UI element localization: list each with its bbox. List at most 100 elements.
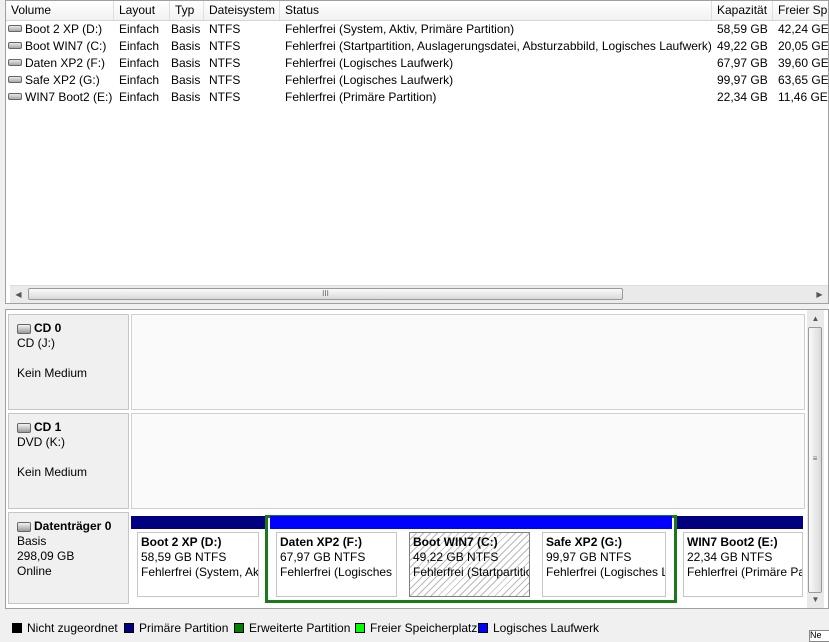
filesystem-cell: NTFS: [209, 39, 241, 53]
status-cell: Fehlerfrei (System, Aktiv, Primäre Parti…: [285, 22, 515, 36]
partition-status: Fehlerfrei (Startpartition, Auslagerungs…: [413, 565, 529, 579]
volume-cell: Boot 2 XP (D:): [6, 21, 114, 38]
status-cell: Fehlerfrei (Startpartition, Auslagerungs…: [285, 39, 711, 53]
hard-disk-icon: [17, 521, 31, 532]
partition-datenxp2[interactable]: Daten XP2 (F:) 67,97 GB NTFS Fehlerfrei …: [270, 516, 403, 599]
logical-drive-bar: [403, 516, 536, 529]
partition-title: Safe XP2 (G:): [546, 535, 623, 549]
disk-detail: 298,09 GB: [17, 549, 75, 563]
disk-label-cd1[interactable]: CD 1 DVD (K:) Kein Medium: [8, 413, 129, 509]
free-space-cell: 39,60 GE: [778, 56, 829, 70]
partition-safexp2[interactable]: Safe XP2 (G:) 99,97 GB NTFS Fehlerfrei (…: [536, 516, 672, 599]
disk-area-cd0[interactable]: [131, 314, 805, 410]
partition-size: 58,59 GB NTFS: [141, 550, 227, 564]
volume-cell: WIN7 Boot2 (E:): [6, 89, 114, 106]
table-row[interactable]: Boot 2 XP (D:) Einfach Basis NTFS Fehler…: [6, 21, 828, 38]
legend-item: Primäre Partition: [124, 619, 228, 637]
legend-label: Logisches Laufwerk: [493, 621, 600, 635]
volume-list[interactable]: Volume Layout Typ Dateisystem Status Kap…: [5, 0, 829, 304]
disk-name: Datenträger 0: [34, 519, 112, 533]
legend-item: Erweiterte Partition: [234, 619, 350, 637]
filesystem-cell: NTFS: [209, 73, 241, 87]
legend-label: Freier Speicherplatz: [370, 621, 478, 635]
type-cell: Basis: [171, 90, 201, 104]
type-cell: Basis: [171, 56, 201, 70]
layout-cell: Einfach: [119, 73, 160, 87]
scroll-up-icon[interactable]: ▲: [807, 310, 824, 327]
partition-size: 67,97 GB NTFS: [280, 550, 366, 564]
partition-win7boot2[interactable]: WIN7 Boot2 (E:) 22,34 GB NTFS Fehlerfrei…: [677, 516, 803, 599]
disk-area-cd1[interactable]: [131, 413, 805, 509]
partition-status: Fehlerfrei (System, Aktiv, Primäre Parti…: [141, 565, 259, 579]
legend-swatch: [478, 622, 488, 633]
scroll-right-icon[interactable]: ▶: [811, 286, 828, 303]
disk-name: CD 0: [34, 321, 62, 335]
legend-swatch: [355, 622, 365, 633]
column-header-capacity[interactable]: Kapazität: [712, 1, 773, 20]
partition-info: Safe XP2 (G:) 99,97 GB NTFS Fehlerfrei (…: [542, 532, 666, 597]
disk-status: Kein Medium: [17, 465, 88, 479]
legend: Nicht zugeordnet Primäre Partition Erwei…: [0, 619, 829, 640]
legend-label: Nicht zugeordnet: [27, 621, 118, 635]
partition-bootwin7[interactable]: Boot WIN7 (C:) 49,22 GB NTFS Fehlerfrei …: [403, 516, 536, 599]
scroll-grip-icon: ≡: [812, 454, 818, 463]
table-row[interactable]: Boot WIN7 (C:) Einfach Basis NTFS Fehler…: [6, 38, 828, 55]
legend-item: Nicht zugeordnet: [12, 619, 118, 637]
layout-cell: Einfach: [119, 56, 160, 70]
tooltip-fragment: Ne: [809, 630, 829, 642]
disk-view[interactable]: CD 0 CD (J:) Kein Medium CD 1 DVD (K:) K…: [5, 309, 829, 609]
partition-title: Boot 2 XP (D:): [141, 535, 222, 549]
partition-info: Daten XP2 (F:) 67,97 GB NTFS Fehlerfrei …: [276, 532, 397, 597]
volume-name: Boot WIN7 (C:): [25, 39, 107, 53]
legend-label: Primäre Partition: [139, 621, 229, 635]
column-header-status[interactable]: Status: [280, 1, 712, 20]
table-row[interactable]: Safe XP2 (G:) Einfach Basis NTFS Fehlerf…: [6, 72, 828, 89]
volume-name: WIN7 Boot2 (E:): [25, 90, 113, 104]
capacity-cell: 67,97 GB: [717, 56, 768, 70]
volume-name: Safe XP2 (G:): [25, 73, 100, 87]
vertical-scrollbar[interactable]: ▲ ≡ ▼: [807, 310, 824, 608]
drive-icon: [8, 59, 22, 67]
scroll-left-icon[interactable]: ◀: [10, 286, 27, 303]
column-header-filesystem[interactable]: Dateisystem: [204, 1, 280, 20]
status-cell: Fehlerfrei (Logisches Laufwerk): [285, 56, 454, 70]
free-space-cell: 42,24 GE: [778, 22, 829, 36]
partition-info: Boot 2 XP (D:) 58,59 GB NTFS Fehlerfrei …: [137, 532, 259, 597]
type-cell: Basis: [171, 39, 201, 53]
scroll-down-icon[interactable]: ▼: [807, 591, 824, 608]
partition-size: 99,97 GB NTFS: [546, 550, 632, 564]
volume-cell: Boot WIN7 (C:): [6, 38, 114, 55]
disk-label-disk0[interactable]: Datenträger 0 Basis 298,09 GB Online: [8, 512, 129, 604]
horizontal-scrollbar[interactable]: ◀ III ▶: [10, 285, 828, 303]
legend-swatch: [234, 622, 244, 633]
partition-boot2xp[interactable]: Boot 2 XP (D:) 58,59 GB NTFS Fehlerfrei …: [131, 516, 265, 599]
volume-cell: Daten XP2 (F:): [6, 55, 114, 72]
drive-icon: [8, 25, 22, 33]
partition-size: 49,22 GB NTFS: [413, 550, 499, 564]
volume-rows: Boot 2 XP (D:) Einfach Basis NTFS Fehler…: [6, 21, 828, 106]
vertical-scroll-thumb[interactable]: ≡: [808, 327, 822, 593]
column-header-layout[interactable]: Layout: [114, 1, 170, 20]
legend-item: Freier Speicherplatz: [355, 619, 477, 637]
legend-swatch: [124, 622, 134, 633]
table-row[interactable]: Daten XP2 (F:) Einfach Basis NTFS Fehler…: [6, 55, 828, 72]
column-header-type[interactable]: Typ: [170, 1, 204, 20]
column-header-free-space[interactable]: Freier Sp: [773, 1, 828, 20]
partition-title: WIN7 Boot2 (E:): [687, 535, 778, 549]
primary-partition-bar: [677, 516, 803, 529]
horizontal-scroll-thumb[interactable]: III: [28, 288, 623, 300]
disk-status: Kein Medium: [17, 366, 88, 380]
partition-info-selected: Boot WIN7 (C:) 49,22 GB NTFS Fehlerfrei …: [409, 532, 530, 597]
disk-name: CD 1: [34, 420, 62, 434]
column-header-volume[interactable]: Volume: [6, 1, 114, 20]
table-row[interactable]: WIN7 Boot2 (E:) Einfach Basis NTFS Fehle…: [6, 89, 828, 106]
drive-icon: [8, 93, 22, 101]
free-space-cell: 11,46 GE: [778, 90, 828, 104]
partition-status: Fehlerfrei (Logisches Laufwerk): [546, 565, 665, 579]
legend-item: Logisches Laufwerk: [478, 619, 599, 637]
cd-drive-icon: [17, 323, 31, 334]
status-cell: Fehlerfrei (Primäre Partition): [285, 90, 437, 104]
layout-cell: Einfach: [119, 90, 160, 104]
dvd-drive-icon: [17, 422, 31, 433]
disk-label-cd0[interactable]: CD 0 CD (J:) Kein Medium: [8, 314, 129, 410]
